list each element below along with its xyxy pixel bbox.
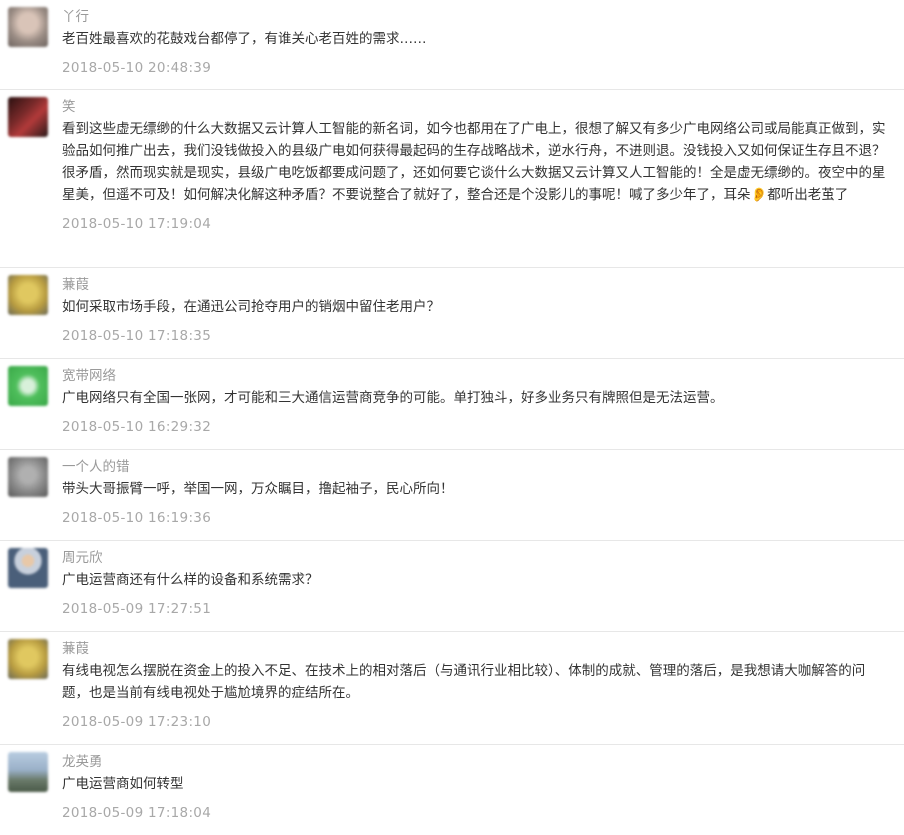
comment-timestamp: 2018-05-09 17:23:10 [62, 714, 212, 730]
avatar[interactable] [8, 275, 48, 315]
comment-nickname[interactable]: 龙英勇 [62, 753, 890, 771]
comment-nickname[interactable]: 一个人的错 [62, 458, 890, 476]
comment-item: 蒹葭 如何采取市场手段，在通迅公司抢夺用户的销烟中留住老用户？ 2018-05-… [0, 268, 904, 359]
comment-text: 带头大哥振臂一呼，举国一网，万众瞩目，撸起袖子，民心所向！ [62, 481, 454, 497]
comment-item: 龙英勇 广电运营商如何转型 2018-05-09 17:18:04 [0, 745, 904, 835]
comment-nickname[interactable]: 笑 [62, 98, 890, 116]
comment-item: 蒹葭 有线电视怎么摆脱在资金上的投入不足、在技术上的相对落后（与通讯行业相比较）… [0, 632, 904, 745]
comment-timestamp: 2018-05-10 17:18:35 [62, 328, 212, 344]
avatar[interactable] [8, 548, 48, 588]
comment-nickname[interactable]: 蒹葭 [62, 640, 890, 658]
avatar[interactable] [8, 366, 48, 406]
comment-text: 老百姓最喜欢的花鼓戏台都停了，有谁关心老百姓的需求…… [62, 31, 427, 47]
comment-nickname[interactable]: 蒹葭 [62, 276, 890, 294]
comment-body: 龙英勇 广电运营商如何转型 2018-05-09 17:18:04 [62, 745, 890, 822]
avatar[interactable] [8, 97, 48, 137]
comment-body: 宽带网络 广电网络只有全国一张网，才可能和三大通信运营商竞争的可能。单打独斗，好… [62, 359, 890, 436]
comment-body: 蒹葭 有线电视怎么摆脱在资金上的投入不足、在技术上的相对落后（与通讯行业相比较）… [62, 632, 890, 731]
comment-body: 一个人的错 带头大哥振臂一呼，举国一网，万众瞩目，撸起袖子，民心所向！ 2018… [62, 450, 890, 527]
comment-body: 蒹葭 如何采取市场手段，在通迅公司抢夺用户的销烟中留住老用户？ 2018-05-… [62, 268, 890, 345]
comment-body: 周元欣 广电运营商还有什么样的设备和系统需求？ 2018-05-09 17:27… [62, 541, 890, 618]
comment-nickname[interactable]: 周元欣 [62, 549, 890, 567]
comment-text: 广电运营商还有什么样的设备和系统需求？ [62, 572, 319, 588]
comment-item: 笑 看到这些虚无缥缈的什么大数据又云计算人工智能的新名词，如今也都用在了广电上，… [0, 90, 904, 268]
comment-timestamp: 2018-05-10 16:19:36 [62, 510, 212, 526]
avatar[interactable] [8, 752, 48, 792]
comment-body: 丫行 老百姓最喜欢的花鼓戏台都停了，有谁关心老百姓的需求…… 2018-05-1… [62, 0, 890, 77]
comment-timestamp: 2018-05-10 20:48:39 [62, 60, 212, 76]
avatar[interactable] [8, 457, 48, 497]
avatar[interactable] [8, 7, 48, 47]
comment-item: 一个人的错 带头大哥振臂一呼，举国一网，万众瞩目，撸起袖子，民心所向！ 2018… [0, 450, 904, 541]
comment-item: 周元欣 广电运营商还有什么样的设备和系统需求？ 2018-05-09 17:27… [0, 541, 904, 632]
comment-text: 看到这些虚无缥缈的什么大数据又云计算人工智能的新名词，如今也都用在了广电上，很想… [62, 121, 886, 203]
comment-timestamp: 2018-05-10 16:29:32 [62, 419, 212, 435]
comment-text: 有线电视怎么摆脱在资金上的投入不足、在技术上的相对落后（与通讯行业相比较）、体制… [62, 663, 866, 701]
comment-item: 宽带网络 广电网络只有全国一张网，才可能和三大通信运营商竞争的可能。单打独斗，好… [0, 359, 904, 450]
comment-timestamp: 2018-05-09 17:27:51 [62, 601, 212, 617]
comment-list: 丫行 老百姓最喜欢的花鼓戏台都停了，有谁关心老百姓的需求…… 2018-05-1… [0, 0, 904, 835]
comment-text: 广电运营商如何转型 [62, 776, 184, 792]
comment-nickname[interactable]: 宽带网络 [62, 367, 890, 385]
comment-timestamp: 2018-05-10 17:19:04 [62, 216, 212, 232]
comment-text: 如何采取市场手段，在通迅公司抢夺用户的销烟中留住老用户？ [62, 299, 440, 315]
comment-nickname[interactable]: 丫行 [62, 8, 890, 26]
comment-item: 丫行 老百姓最喜欢的花鼓戏台都停了，有谁关心老百姓的需求…… 2018-05-1… [0, 0, 904, 90]
comment-timestamp: 2018-05-09 17:18:04 [62, 805, 212, 821]
comment-body: 笑 看到这些虚无缥缈的什么大数据又云计算人工智能的新名词，如今也都用在了广电上，… [62, 90, 890, 233]
avatar[interactable] [8, 639, 48, 679]
comment-text: 广电网络只有全国一张网，才可能和三大通信运营商竞争的可能。单打独斗，好多业务只有… [62, 390, 724, 406]
